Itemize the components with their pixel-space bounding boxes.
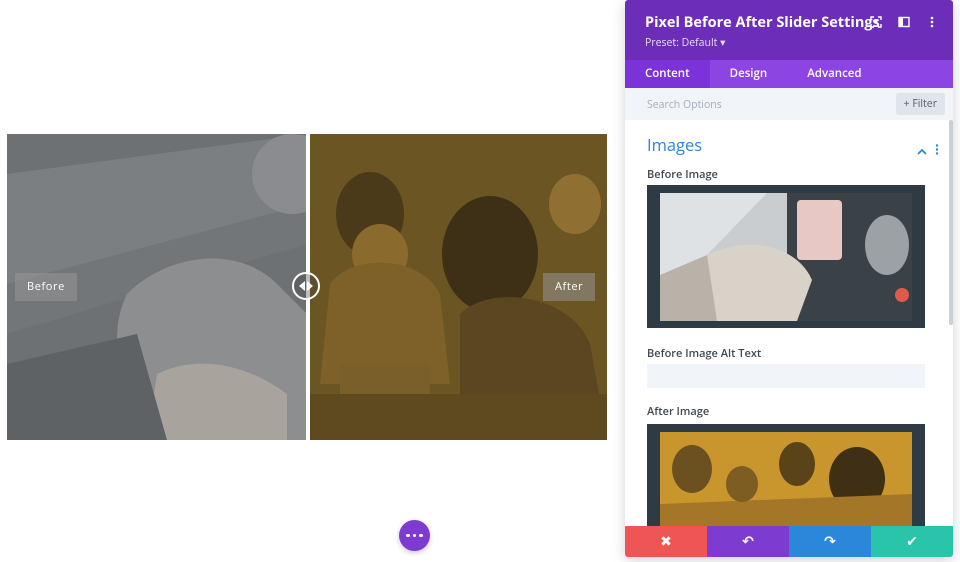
arrow-right-icon xyxy=(307,281,313,291)
panel-header: Pixel Before After Slider Settings Prese… xyxy=(625,0,953,60)
header-icons xyxy=(869,15,939,29)
filter-button[interactable]: + Filter xyxy=(895,93,945,115)
preset-dropdown[interactable]: Preset: Default ▾ xyxy=(645,36,725,50)
panel-title: Pixel Before After Slider Settings xyxy=(645,13,880,32)
undo-icon: ↶ xyxy=(742,532,754,551)
more-options-button[interactable] xyxy=(399,520,430,551)
panel-action-bar: ✖ ↶ ↷ ✔ xyxy=(625,526,953,557)
section-icons xyxy=(917,138,939,160)
undo-button[interactable]: ↶ xyxy=(707,526,789,557)
slider-handle[interactable] xyxy=(292,272,320,300)
arrow-left-icon xyxy=(299,281,305,291)
cancel-button[interactable]: ✖ xyxy=(625,526,707,557)
dot xyxy=(406,533,410,538)
dot xyxy=(419,533,423,538)
sidebar-toggle-icon[interactable] xyxy=(897,15,911,29)
after-label: After xyxy=(543,273,596,301)
dot xyxy=(412,533,417,538)
tab-design[interactable]: Design xyxy=(710,60,788,88)
tab-advanced[interactable]: Advanced xyxy=(787,60,881,88)
before-image-upload[interactable] xyxy=(647,185,925,328)
after-image-preview xyxy=(647,424,925,534)
before-image-label: Before Image xyxy=(647,167,718,182)
redo-icon: ↷ xyxy=(824,532,836,551)
redo-button[interactable]: ↷ xyxy=(789,526,871,557)
search-options-row: Search Options + Filter xyxy=(625,88,953,120)
more-vertical-icon[interactable] xyxy=(935,138,939,160)
panel-tabs: Content Design Advanced xyxy=(625,60,953,88)
after-image-label: After Image xyxy=(647,404,710,419)
section-title-images[interactable]: Images xyxy=(647,133,702,156)
before-image-preview xyxy=(647,185,925,328)
chevron-up-icon[interactable] xyxy=(917,138,927,160)
before-image-alt-label: Before Image Alt Text xyxy=(647,346,762,361)
search-input[interactable]: Search Options xyxy=(647,98,722,112)
panel-scrollbar[interactable] xyxy=(949,120,953,325)
after-image-upload[interactable] xyxy=(647,424,925,534)
expand-icon[interactable] xyxy=(869,15,883,29)
tab-content[interactable]: Content xyxy=(625,60,710,88)
check-icon: ✔ xyxy=(906,532,918,551)
save-button[interactable]: ✔ xyxy=(871,526,953,557)
settings-panel: Pixel Before After Slider Settings Prese… xyxy=(625,0,953,557)
before-image-alt-input[interactable] xyxy=(647,364,925,388)
before-label: Before xyxy=(15,273,77,301)
before-after-slider[interactable]: Before After xyxy=(7,134,607,440)
close-icon: ✖ xyxy=(660,532,672,551)
more-vertical-icon[interactable] xyxy=(925,15,939,29)
